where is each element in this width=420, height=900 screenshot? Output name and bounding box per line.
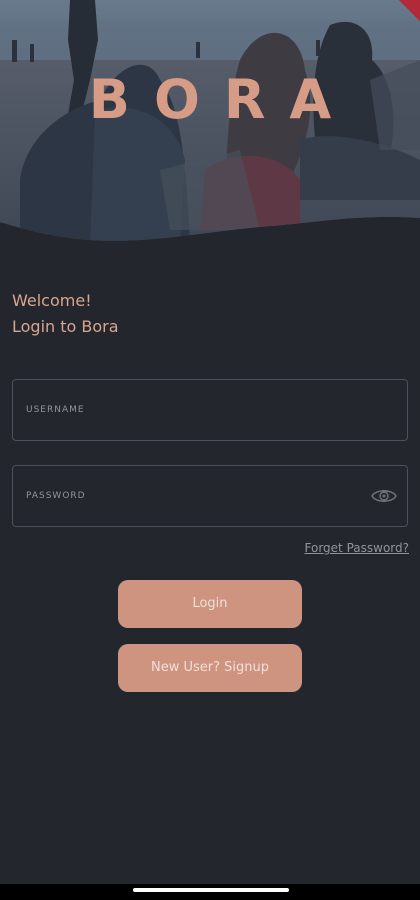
system-nav-bar [0, 884, 420, 900]
username-input[interactable] [25, 398, 359, 424]
forgot-password-link[interactable]: Forget Password? [305, 541, 409, 555]
bora-logo: BORA [88, 68, 356, 131]
eye-icon[interactable] [371, 486, 397, 506]
username-field[interactable]: USERNAME [12, 379, 408, 441]
login-button[interactable]: Login [118, 580, 302, 628]
welcome-message: Welcome! Login to Bora [12, 288, 119, 340]
password-field[interactable]: PASSWORD [12, 465, 408, 527]
welcome-subtitle: Login to Bora [12, 317, 119, 336]
signup-button[interactable]: New User? Signup [118, 644, 302, 692]
welcome-line: Welcome! [12, 291, 92, 310]
home-indicator[interactable] [133, 888, 289, 892]
password-input[interactable] [25, 484, 359, 510]
hero-header: BORA [0, 0, 420, 245]
